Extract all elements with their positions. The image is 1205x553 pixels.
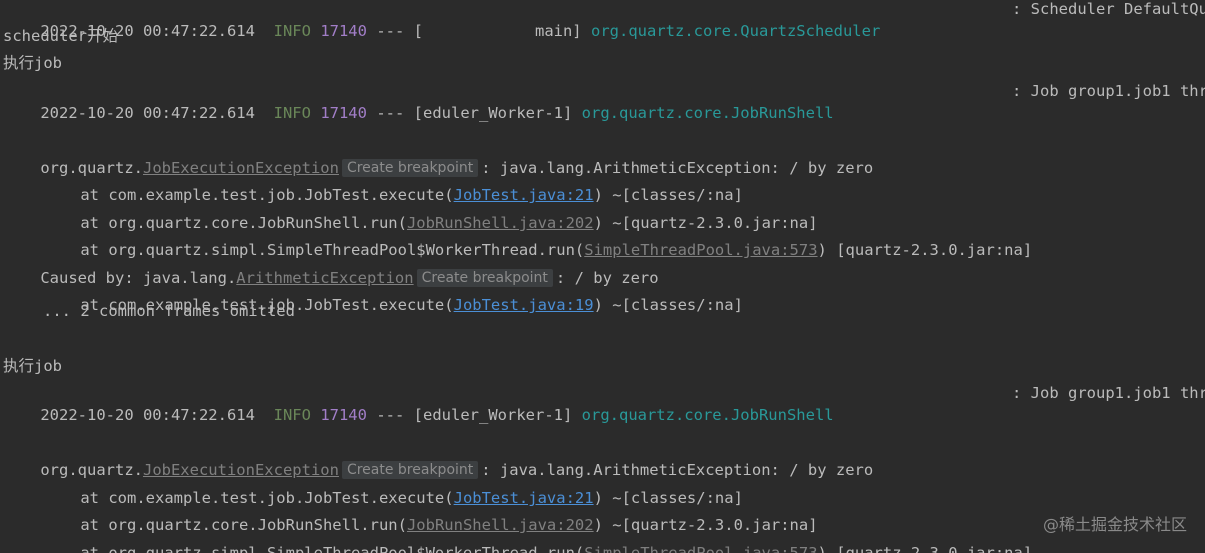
log-line: 2022-10-20 00:47:22.614 INFO 17140 --- [… (3, 382, 833, 424)
watermark: @稀土掘金技术社区 (1042, 515, 1187, 534)
log-message: : Job group1.job1 thre (1012, 384, 1205, 402)
log-line: 2022-10-20 00:47:22.614 INFO 17140 --- [… (3, 0, 880, 40)
stack-frame: at org.quartz.simpl.SimpleThreadPool$Wor… (3, 217, 1032, 259)
frame-method: at org.quartz.simpl.SimpleThreadPool$Wor… (80, 544, 585, 553)
log-logger: org.quartz.core.QuartzScheduler (591, 22, 881, 40)
frame-origin: ) ~[classes/:na] (593, 296, 743, 314)
source-link[interactable]: SimpleThreadPool.java:573 (584, 544, 817, 553)
log-logger: org.quartz.core.JobRunShell (581, 406, 834, 424)
stack-frame: at org.quartz.core.JobRunShell.run(JobRu… (3, 190, 817, 232)
source-link[interactable]: JobTest.java:19 (454, 296, 594, 314)
frame-origin: ) [quartz-2.3.0.jar:na] (817, 241, 1033, 259)
log-separator: --- (376, 104, 405, 122)
log-thread: [ main] (413, 22, 582, 40)
log-pid: 17140 (320, 406, 367, 424)
log-pid: 17140 (320, 22, 367, 40)
log-separator: --- (376, 406, 405, 424)
stack-frame: at org.quartz.core.JobRunShell.run(JobRu… (3, 492, 817, 534)
console-output[interactable]: 2022-10-20 00:47:22.614 INFO 17140 --- [… (0, 0, 1205, 553)
frame-origin: ) [quartz-2.3.0.jar:na] (817, 544, 1033, 553)
log-level: INFO (273, 104, 311, 122)
stack-frame: at com.example.test.job.JobTest.execute(… (3, 465, 743, 507)
output-text: scheduler开始 (3, 27, 118, 45)
output-text: 执行job (3, 357, 62, 375)
log-pid: 17140 (320, 104, 367, 122)
log-message: : Job group1.job1 thre (1012, 82, 1205, 100)
frames-omitted: ... 2 common frames omitted (43, 302, 295, 320)
exception-line: org.quartz.JobExecutionException Create b… (3, 437, 873, 479)
log-timestamp: 2022-10-20 00:47:22.614 (40, 406, 255, 424)
log-thread: [eduler_Worker-1] (413, 104, 573, 122)
output-text: 执行job (3, 54, 62, 72)
log-thread: [eduler_Worker-1] (413, 406, 573, 424)
log-logger: org.quartz.core.JobRunShell (581, 104, 834, 122)
stack-frame: at com.example.test.job.JobTest.execute(… (3, 272, 743, 314)
log-message: : Scheduler DefaultQua (1012, 0, 1205, 18)
log-level: INFO (273, 406, 311, 424)
log-timestamp: 2022-10-20 00:47:22.614 (40, 104, 255, 122)
stack-frame: at org.quartz.simpl.SimpleThreadPool$Wor… (3, 520, 1032, 553)
caused-by-line: Caused by: java.lang.ArithmeticException… (3, 245, 659, 287)
log-level: INFO (273, 22, 311, 40)
stack-frame: at com.example.test.job.JobTest.execute(… (3, 162, 743, 204)
log-line: 2022-10-20 00:47:22.614 INFO 17140 --- [… (3, 80, 833, 122)
exception-line: org.quartz.JobExecutionException Create b… (3, 135, 873, 177)
log-separator: --- (376, 22, 405, 40)
